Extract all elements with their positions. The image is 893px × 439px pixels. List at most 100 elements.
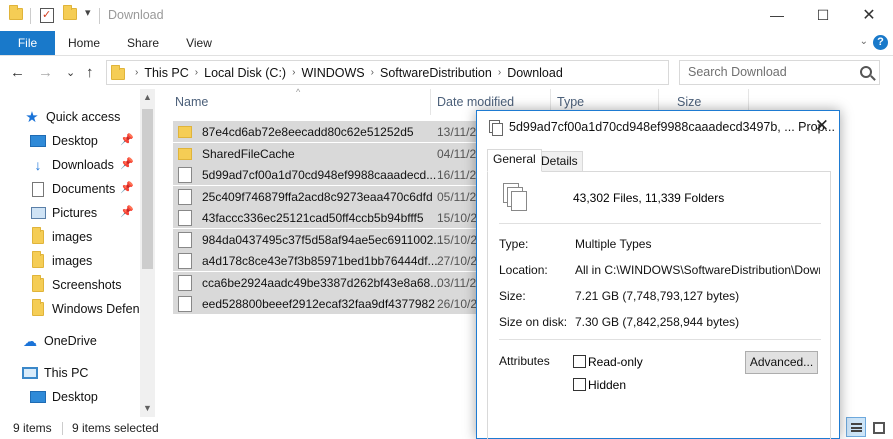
pin-icon[interactable]: 📌 bbox=[120, 181, 134, 194]
nav-item-images[interactable]: images bbox=[30, 249, 140, 273]
file-row[interactable]: cca6be2924aadc49be3387d262bf43e8a68... 0… bbox=[173, 272, 513, 293]
tab-details[interactable]: Details bbox=[536, 151, 583, 172]
up-arrow-icon[interactable]: ↑ bbox=[86, 64, 94, 81]
file-icon bbox=[178, 231, 192, 248]
file-icon bbox=[178, 209, 192, 226]
details-view-button[interactable] bbox=[846, 417, 866, 437]
file-row[interactable]: eed528800beeef2912ecaf32faa9df4377982 26… bbox=[173, 293, 513, 314]
file-row[interactable]: a4d178c8ce43e7f3b85971bed1bb76444df... 2… bbox=[173, 250, 513, 271]
chevron-right-icon[interactable]: › bbox=[496, 67, 503, 78]
chevron-right-icon[interactable]: › bbox=[290, 67, 297, 78]
star-icon: ★ bbox=[25, 109, 39, 126]
nav-item-label: Screenshots bbox=[52, 278, 122, 292]
scroll-down-icon[interactable]: ▼ bbox=[143, 403, 152, 413]
cloud-icon: ☁ bbox=[23, 332, 37, 349]
recent-locations-icon[interactable]: ⌄ bbox=[66, 66, 75, 79]
chevron-right-icon[interactable]: › bbox=[193, 67, 200, 78]
size-value: 7.21 GB (7,748,793,127 bytes) bbox=[575, 289, 740, 303]
nav-item-label: Downloads bbox=[52, 158, 114, 172]
nav-item-onedrive[interactable]: ☁ OneDrive bbox=[22, 329, 155, 353]
nav-item-documents[interactable]: Documents 📌 bbox=[30, 177, 140, 201]
nav-item-this-pc[interactable]: This PC bbox=[22, 361, 155, 385]
type-label: Type: bbox=[499, 237, 529, 251]
pictures-icon bbox=[30, 205, 46, 221]
new-folder-icon[interactable] bbox=[63, 5, 77, 20]
file-row[interactable]: 87e4cd6ab72e8eecadd80c62e51252d5 13/11/2 bbox=[173, 121, 513, 142]
nav-item-images[interactable]: images bbox=[30, 225, 140, 249]
properties-icon[interactable] bbox=[40, 8, 54, 23]
file-name: 5d99ad7cf00a1d70cd948ef9988caaadecd... bbox=[202, 167, 437, 182]
nav-item-pictures[interactable]: Pictures 📌 bbox=[30, 201, 140, 225]
maximize-button[interactable]: ☐ bbox=[800, 0, 846, 30]
hidden-checkbox[interactable] bbox=[573, 378, 586, 391]
nav-item-downloads[interactable]: ↓ Downloads 📌 bbox=[30, 153, 140, 177]
help-icon[interactable]: ? bbox=[873, 35, 888, 50]
readonly-checkbox[interactable] bbox=[573, 355, 586, 368]
large-icons-view-button[interactable] bbox=[868, 417, 888, 437]
expand-ribbon-icon[interactable]: ⌄ bbox=[860, 36, 868, 47]
file-name: 43faccc336ec25121cad50ff4ccb5b94bfff5 bbox=[202, 210, 424, 225]
breadcrumb-softwaredistribution[interactable]: SoftwareDistribution bbox=[376, 66, 496, 80]
nav-pane-scrollbar[interactable]: ▲ ▼ bbox=[140, 89, 155, 417]
nav-item-label: Windows Defend bbox=[52, 302, 140, 316]
file-row[interactable]: 984da0437495c37f5d58af94ae5ec6911002... … bbox=[173, 229, 513, 250]
minimize-button[interactable]: — bbox=[754, 0, 800, 30]
file-row[interactable]: 43faccc336ec25121cad50ff4ccb5b94bfff5 15… bbox=[173, 207, 513, 228]
search-input[interactable]: Search Download bbox=[679, 60, 880, 85]
breadcrumb-this-pc[interactable]: This PC bbox=[140, 66, 192, 80]
nav-item-desktop[interactable]: Desktop bbox=[30, 385, 140, 409]
file-row[interactable]: 25c409f746879ffa2acd8c9273eaa470c6dfd 05… bbox=[173, 186, 513, 207]
multiple-files-icon bbox=[489, 120, 503, 136]
nav-item-windows-defender[interactable]: Windows Defend bbox=[30, 297, 140, 321]
hidden-label[interactable]: Hidden bbox=[588, 378, 626, 392]
file-name: a4d178c8ce43e7f3b85971bed1bb76444df... bbox=[202, 253, 438, 268]
nav-item-screenshots[interactable]: Screenshots bbox=[30, 273, 140, 297]
folder-icon bbox=[9, 5, 23, 20]
tab-home[interactable]: Home bbox=[62, 31, 106, 55]
pin-icon[interactable]: 📌 bbox=[120, 205, 134, 218]
scrollbar-thumb[interactable] bbox=[142, 109, 153, 269]
size-on-disk-value: 7.30 GB (7,842,258,944 bytes) bbox=[575, 315, 740, 329]
folder-icon bbox=[30, 227, 46, 245]
breadcrumb-windows[interactable]: WINDOWS bbox=[297, 66, 368, 80]
tab-share[interactable]: Share bbox=[120, 31, 166, 55]
file-name: 984da0437495c37f5d58af94ae5ec6911002... bbox=[202, 232, 444, 247]
pin-icon[interactable]: 📌 bbox=[120, 157, 134, 170]
pin-icon[interactable]: 📌 bbox=[120, 133, 134, 146]
folder-icon bbox=[178, 147, 192, 160]
advanced-button[interactable]: Advanced... bbox=[745, 351, 818, 374]
column-header-name[interactable]: Name bbox=[156, 89, 430, 115]
nav-item-label: Documents bbox=[52, 182, 116, 196]
tab-file[interactable]: File bbox=[0, 31, 55, 55]
location-value: All in C:\WINDOWS\SoftwareDistribution\D… bbox=[575, 263, 820, 277]
forward-arrow-icon[interactable]: → bbox=[38, 64, 53, 81]
file-icon bbox=[178, 166, 192, 183]
nav-item-desktop[interactable]: Desktop 📌 bbox=[30, 129, 140, 153]
folder-icon bbox=[30, 275, 46, 293]
file-name: 87e4cd6ab72e8eecadd80c62e51252d5 bbox=[202, 124, 414, 139]
back-arrow-icon[interactable]: ← bbox=[10, 64, 25, 81]
tab-view[interactable]: View bbox=[178, 31, 220, 55]
folder-icon bbox=[30, 299, 46, 317]
file-row[interactable]: 5d99ad7cf00a1d70cd948ef9988caaadecd... 1… bbox=[173, 164, 513, 185]
close-icon[interactable]: ✕ bbox=[815, 116, 829, 136]
address-bar[interactable]: › This PC › Local Disk (C:) › WINDOWS › … bbox=[106, 60, 669, 85]
close-button[interactable]: ✕ bbox=[846, 0, 892, 30]
file-row[interactable]: SharedFileCache 04/11/2 bbox=[173, 143, 513, 164]
folder-icon bbox=[30, 251, 46, 269]
size-label: Size: bbox=[499, 289, 526, 303]
tab-general[interactable]: General bbox=[487, 149, 542, 172]
breadcrumb-local-disk[interactable]: Local Disk (C:) bbox=[200, 66, 290, 80]
nav-item-quick-access[interactable]: ★ Quick access bbox=[24, 105, 155, 129]
properties-dialog: 5d99ad7cf00a1d70cd948ef9988caaadecd3497b… bbox=[476, 110, 840, 439]
desktop-icon bbox=[30, 389, 46, 405]
chevron-right-icon[interactable]: › bbox=[369, 67, 376, 78]
divider bbox=[499, 223, 821, 224]
breadcrumb-download[interactable]: Download bbox=[503, 66, 567, 80]
scroll-up-icon[interactable]: ▲ bbox=[143, 92, 152, 102]
navigation-bar: ← → ⌄ ↑ › This PC › Local Disk (C:) › WI… bbox=[0, 56, 893, 89]
readonly-label[interactable]: Read-only bbox=[588, 355, 643, 369]
general-tab-panel bbox=[487, 171, 831, 439]
customize-toolbar-icon[interactable]: ▾ bbox=[85, 6, 91, 19]
search-icon[interactable] bbox=[860, 66, 872, 78]
